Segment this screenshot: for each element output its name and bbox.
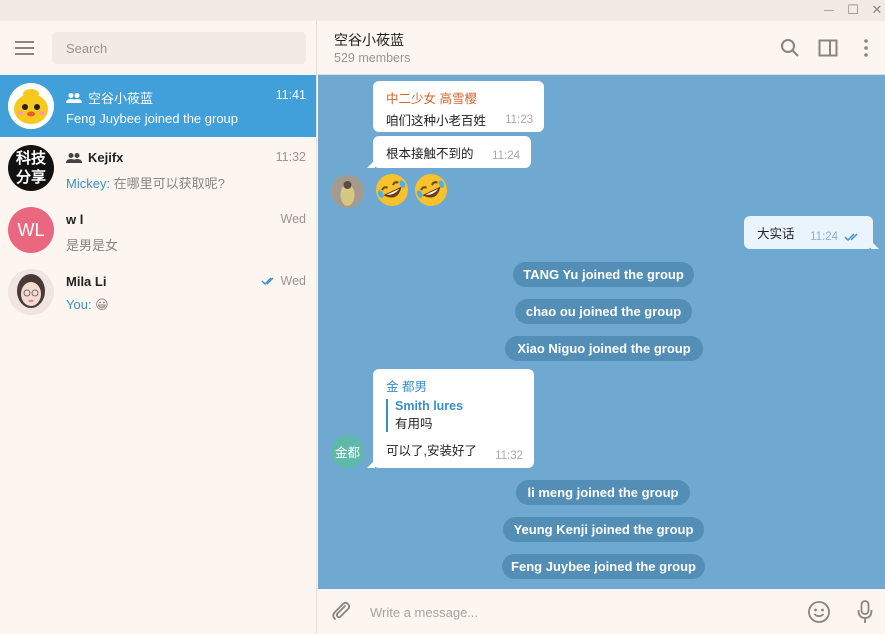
sidebar: 空谷小莜蓝 11:41 Feng Juybee joined the group…: [0, 21, 317, 634]
read-checkmarks-icon: [261, 276, 277, 286]
chat-name-row: 空谷小莜蓝: [66, 88, 153, 107]
more-options-icon[interactable]: [855, 37, 877, 59]
message-time: 11:23: [505, 114, 533, 126]
message-meta: 11:24: [810, 231, 862, 243]
chat-title[interactable]: 空谷小莜蓝: [334, 30, 404, 50]
sender-avatar[interactable]: 金都: [331, 435, 364, 468]
sidebar-toggle-icon[interactable]: [817, 37, 839, 59]
service-message: TANG Yu joined the group: [513, 262, 694, 287]
chat-preview: You: 😀: [66, 297, 109, 313]
message-bubble[interactable]: 中二少女 高雪樱 咱们这种小老百姓 11:23: [373, 81, 544, 132]
chat-time: 11:41: [275, 88, 306, 102]
chat-preview: Mickey: 在哪里可以获取呢?: [66, 173, 225, 192]
chat-name: 空谷小莜蓝: [88, 91, 154, 106]
sender-avatar[interactable]: [331, 175, 364, 208]
emoji-icon[interactable]: [807, 600, 831, 624]
avatar: [8, 83, 54, 129]
preview-sender: Mickey:: [66, 176, 111, 191]
chat-time: 11:32: [275, 150, 306, 164]
chat-item-wl[interactable]: WL w l Wed 是男是女: [0, 199, 316, 261]
service-message: Xiao Niguo joined the group: [505, 336, 703, 361]
service-message: chao ou joined the group: [515, 299, 692, 324]
preview-text: 😀: [91, 297, 109, 312]
chat-name: Kejifx: [88, 150, 124, 165]
message-bubble[interactable]: 金 都男 Smith lures 有用吗 可以了,安装好了 11:32: [367, 369, 534, 468]
chat-time: Wed: [280, 212, 306, 226]
message-composer: [318, 589, 885, 634]
message-time: 11:32: [495, 450, 523, 462]
chat-time-row: Wed: [261, 274, 306, 288]
window-titlebar: — ☐ ✕: [0, 0, 885, 21]
message-input[interactable]: [370, 602, 790, 622]
search-icon[interactable]: [779, 37, 801, 59]
attach-icon[interactable]: [330, 600, 352, 622]
chat-time: Wed: [280, 274, 306, 288]
minimize-button[interactable]: —: [821, 2, 837, 18]
avatar-text-line-1: 科技: [15, 150, 46, 167]
read-checkmarks-icon: [844, 232, 862, 242]
avatar-initials: WL: [17, 219, 45, 240]
cartoon-chick-avatar-icon: [8, 83, 54, 129]
reply-quote[interactable]: Smith lures 有用吗: [386, 399, 522, 432]
minimize-icon: —: [824, 4, 834, 16]
chat-item-kong-gu[interactable]: 空谷小莜蓝 11:41 Feng Juybee joined the group: [0, 75, 316, 137]
chat-header: 空谷小莜蓝 529 members: [318, 21, 885, 75]
close-icon: ✕: [871, 2, 883, 17]
preview-text: 在哪里可以获取呢?: [110, 176, 225, 191]
chat-item-kejifx[interactable]: 科技 分享 Kejifx 11:32 Mickey: 在哪里可以获取呢?: [0, 137, 316, 199]
hamburger-menu-icon[interactable]: [15, 41, 35, 55]
chat-preview: Feng Juybee joined the group: [66, 111, 239, 126]
chat-preview: 是男是女: [66, 238, 119, 253]
maximize-button[interactable]: ☐: [845, 2, 861, 18]
chat-list: 空谷小莜蓝 11:41 Feng Juybee joined the group…: [0, 75, 316, 323]
avatar: [8, 269, 54, 315]
reply-sender: Smith lures: [395, 399, 464, 413]
person-photo-avatar-icon: [8, 269, 54, 315]
chat-name: w l: [66, 212, 84, 227]
avatar-initials: 金都: [334, 446, 360, 460]
message-time: 11:24: [810, 231, 838, 243]
avatar-text-line-2: 分享: [15, 169, 46, 186]
service-message: Feng Juybee joined the group: [502, 554, 705, 579]
message-sender: 金 都男: [386, 380, 427, 394]
service-message: Yeung Kenji joined the group: [503, 517, 704, 542]
service-message: li meng joined the group: [516, 480, 690, 505]
group-icon: [66, 152, 82, 164]
chat-name-row: Mila Li: [66, 274, 106, 289]
chat-name-row: w l: [66, 212, 83, 227]
person-photo-avatar-icon: [331, 175, 364, 208]
message-bubble[interactable]: 根本接触不到的 11:24: [367, 136, 531, 168]
rofl-emoji-icon: [374, 172, 410, 208]
preview-sender: You:: [66, 297, 92, 312]
avatar: WL: [8, 207, 54, 253]
chat-name: Mila Li: [66, 274, 107, 289]
message-sender: 中二少女 高雪樱: [386, 92, 477, 106]
message-time: 11:24: [492, 150, 520, 162]
rofl-emoji-icon: [413, 172, 449, 208]
microphone-icon[interactable]: [855, 599, 875, 625]
chat-name-row: Kejifx: [66, 150, 123, 165]
message-area[interactable]: 中二少女 高雪樱 咱们这种小老百姓 11:23 根本接触不到的 11:24 大实…: [318, 75, 885, 589]
avatar: 科技 分享: [8, 145, 54, 191]
search-input[interactable]: [52, 32, 306, 64]
close-button[interactable]: ✕: [869, 2, 885, 18]
group-icon: [66, 92, 82, 104]
chat-item-mila-li[interactable]: Mila Li Wed You: 😀: [0, 261, 316, 323]
member-count: 529 members: [334, 51, 411, 65]
reply-text: 有用吗: [395, 417, 433, 431]
outgoing-message-bubble[interactable]: 大实话 11:24: [744, 216, 873, 249]
maximize-icon: ☐: [847, 2, 859, 17]
